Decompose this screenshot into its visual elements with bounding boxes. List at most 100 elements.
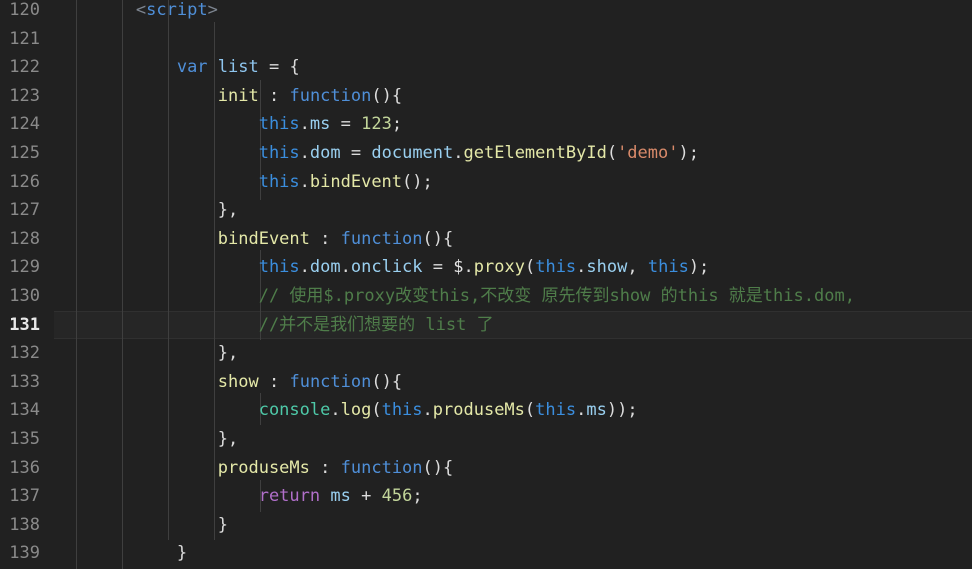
code-editor[interactable]: 120 121 122 123 124 125 126 127 128 129 130 131 132 1… [0,0,972,569]
line-number-139: 139 [9,543,40,564]
token: return [258,486,321,507]
token: ); [688,257,710,278]
token: function [289,371,372,392]
token: dom [309,143,341,163]
token: ( [524,400,536,421]
token: ( [371,400,382,421]
code-line-134[interactable]: console.log(this.produseMs(this.ms)); [54,396,638,425]
token: show [586,257,628,278]
token: init [217,85,259,106]
code-line-133[interactable]: show : function(){ [54,368,402,397]
code-line-127[interactable]: }, [54,196,238,225]
token: }, [217,200,239,221]
token: produseMs [432,400,525,421]
token: this [258,257,300,278]
code-line-123[interactable]: init : function(){ [54,82,402,111]
code-line-129[interactable]: this.dom.onclick = $.proxy(this.show, th… [54,253,710,282]
token: log [340,400,372,421]
code-line-124[interactable]: this.ms = 123; [54,110,402,139]
line-number-133: 133 [9,371,40,392]
token: = [269,57,280,78]
token: = [350,143,362,163]
token: }, [217,429,239,449]
token: = [432,257,444,278]
line-number-125: 125 [9,143,40,163]
token: : [320,457,331,478]
line-number-120: 120 [9,0,40,20]
line-number-134: 134 [9,400,40,421]
code-line-126[interactable]: this.bindEvent(); [54,168,433,197]
token: . [299,114,310,135]
line-number-122: 122 [9,57,40,78]
token: . [576,400,587,421]
code-line-131[interactable]: //并不是我们想要的 list 了 [54,311,494,340]
token: (){ [371,85,403,106]
token: . [330,400,341,421]
code-line-136[interactable]: produseMs : function(){ [54,454,453,483]
token: dom [309,257,341,278]
code-line-125[interactable]: this.dom = document.getElementById('demo… [54,139,699,168]
line-number-gutter: 120 121 122 123 124 125 126 127 128 129 130 131 132 1… [0,0,54,569]
token: ms [330,486,351,507]
token: this [647,257,689,278]
token: onclick [350,257,423,278]
token: produseMs [217,457,310,478]
token: . [340,257,351,278]
token: = [340,114,351,135]
token: }, [217,343,239,364]
line-number-131: 131 [9,314,40,335]
token: . [463,257,474,278]
token: (){ [422,457,454,478]
token: 456 [381,486,413,507]
token: this [258,114,300,135]
code-content-area[interactable]: <script> var list = { init : function(){… [54,0,972,569]
code-line-128[interactable]: bindEvent : function(){ [54,225,453,254]
token: proxy [473,257,525,278]
token: function [289,85,372,106]
code-line-122[interactable]: var list = { [54,53,300,82]
token: . [299,171,310,192]
token: ( [524,257,536,278]
token: )); [606,400,638,421]
code-line-138[interactable]: } [54,511,228,540]
token: : [268,371,280,392]
token: . [422,400,433,421]
token: this [535,400,577,421]
code-line-137[interactable]: return ms + 456; [54,482,423,511]
code-line-120[interactable]: <script> [54,0,218,25]
line-number-130: 130 [9,286,40,306]
code-line-132[interactable]: }, [54,339,238,368]
code-line-130[interactable]: // 使用$.proxy改变this,不改变 原先传到show 的this 就是… [54,282,855,311]
token: { [289,57,300,78]
token: this [258,143,300,163]
token: : [268,85,280,106]
line-number-126: 126 [9,171,40,192]
code-line-135[interactable]: }, [54,425,238,454]
token: 123 [361,114,392,135]
code-line-139[interactable]: } [54,539,187,568]
token: function [340,228,423,249]
